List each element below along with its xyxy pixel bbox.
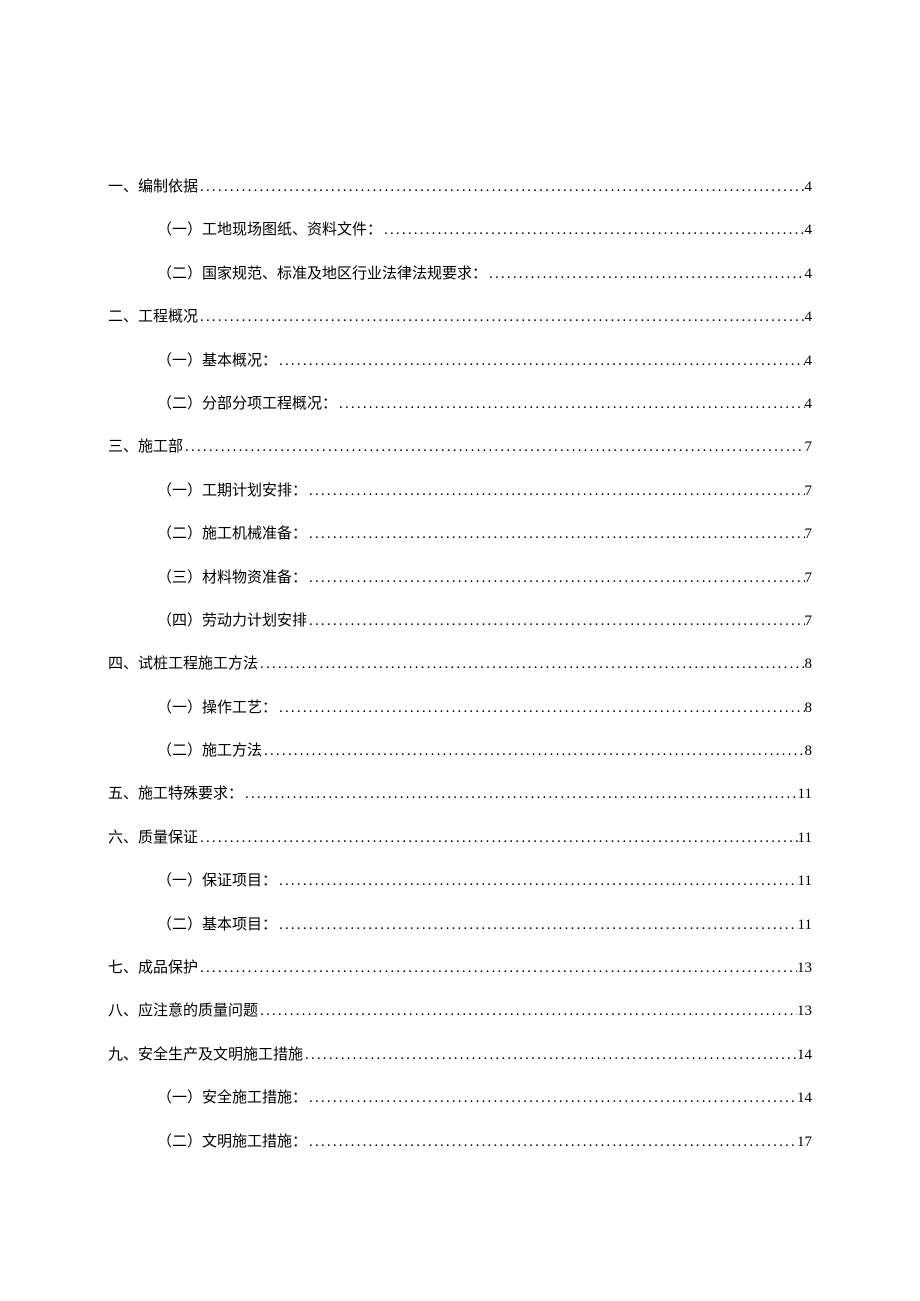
toc-entry: （三）材料物资准备： 7 <box>108 566 812 587</box>
toc-leader <box>243 786 798 803</box>
toc-label: 四、试桩工程施工方法 <box>108 652 258 673</box>
toc-label: 二、工程概况 <box>108 305 198 326</box>
toc-entry: （二）基本项目： 11 <box>108 913 812 934</box>
toc-page: 8 <box>805 743 813 760</box>
toc-leader <box>198 830 798 847</box>
toc-entry: 二、工程概况 4 <box>108 305 812 326</box>
toc-leader <box>262 743 804 760</box>
toc-page: 11 <box>798 873 812 890</box>
toc-leader <box>487 266 804 283</box>
toc-entry: （二）施工机械准备： 7 <box>108 522 812 543</box>
toc-entry: （一）工地现场图纸、资料文件： 4 <box>108 218 812 239</box>
toc-leader <box>307 1134 797 1151</box>
toc-page: 7 <box>805 483 813 500</box>
toc-label: 五、施工特殊要求： <box>108 782 243 803</box>
toc-entry: （一）基本概况： 4 <box>108 349 812 370</box>
toc-page: 13 <box>797 960 812 977</box>
toc-label: （二）施工机械准备： <box>157 522 307 543</box>
toc-page: 4 <box>805 396 813 413</box>
toc-label: （一）安全施工措施： <box>157 1086 307 1107</box>
table-of-contents: 一、编制依据 4 （一）工地现场图纸、资料文件： 4 （二）国家规范、标准及地区… <box>108 175 812 1151</box>
toc-entry: （一）保证项目： 11 <box>108 869 812 890</box>
toc-page: 11 <box>798 830 812 847</box>
toc-leader <box>198 309 804 326</box>
toc-leader <box>307 526 804 543</box>
toc-entry: （一）安全施工措施： 14 <box>108 1086 812 1107</box>
toc-leader <box>303 1047 797 1064</box>
toc-leader <box>277 917 798 934</box>
toc-page: 4 <box>805 353 813 370</box>
toc-page: 13 <box>797 1003 812 1020</box>
toc-leader <box>307 1090 797 1107</box>
toc-label: （二）分部分项工程概况： <box>157 392 337 413</box>
toc-leader <box>277 873 798 890</box>
toc-entry: 四、试桩工程施工方法 8 <box>108 652 812 673</box>
toc-leader <box>307 483 804 500</box>
toc-entry: （二）国家规范、标准及地区行业法律法规要求： 4 <box>108 262 812 283</box>
toc-page: 14 <box>797 1090 812 1107</box>
toc-page: 8 <box>805 700 813 717</box>
toc-leader <box>198 960 797 977</box>
toc-entry: （二）施工方法 8 <box>108 739 812 760</box>
toc-label: 三、施工部 <box>108 435 183 456</box>
toc-entry: （二）文明施工措施： 17 <box>108 1130 812 1151</box>
toc-label: 六、质量保证 <box>108 826 198 847</box>
toc-page: 7 <box>805 526 813 543</box>
toc-label: （一）工期计划安排： <box>157 479 307 500</box>
toc-page: 4 <box>805 222 813 239</box>
toc-leader <box>183 439 804 456</box>
toc-entry: （二）分部分项工程概况： 4 <box>108 392 812 413</box>
toc-entry: （一）操作工艺： 8 <box>108 696 812 717</box>
toc-label: （一）工地现场图纸、资料文件： <box>157 218 382 239</box>
toc-page: 4 <box>805 266 813 283</box>
toc-leader <box>307 613 804 630</box>
toc-leader <box>277 700 804 717</box>
toc-page: 7 <box>805 570 813 587</box>
toc-leader <box>307 570 804 587</box>
toc-leader <box>198 179 804 196</box>
toc-label: （三）材料物资准备： <box>157 566 307 587</box>
toc-page: 14 <box>797 1047 812 1064</box>
toc-entry: 六、质量保证 11 <box>108 826 812 847</box>
toc-entry: 七、成品保护 13 <box>108 956 812 977</box>
toc-entry: 八、应注意的质量问题 13 <box>108 999 812 1020</box>
toc-label: 九、安全生产及文明施工措施 <box>108 1043 303 1064</box>
toc-page: 7 <box>805 439 813 456</box>
toc-entry: （四）劳动力计划安排 7 <box>108 609 812 630</box>
toc-label: （二）施工方法 <box>157 739 262 760</box>
toc-leader <box>258 1003 797 1020</box>
toc-label: （二）国家规范、标准及地区行业法律法规要求： <box>157 262 487 283</box>
toc-leader <box>337 396 804 413</box>
toc-label: （一）保证项目： <box>157 869 277 890</box>
toc-leader <box>277 353 804 370</box>
toc-page: 4 <box>805 309 813 326</box>
toc-entry: 五、施工特殊要求： 11 <box>108 782 812 803</box>
toc-leader <box>382 222 804 239</box>
toc-label: 一、编制依据 <box>108 175 198 196</box>
toc-entry: 一、编制依据 4 <box>108 175 812 196</box>
toc-page: 8 <box>805 656 813 673</box>
toc-label: （四）劳动力计划安排 <box>157 609 307 630</box>
toc-label: 七、成品保护 <box>108 956 198 977</box>
toc-leader <box>258 656 804 673</box>
toc-page: 11 <box>798 786 812 803</box>
toc-entry: （一）工期计划安排： 7 <box>108 479 812 500</box>
toc-label: 八、应注意的质量问题 <box>108 999 258 1020</box>
toc-entry: 九、安全生产及文明施工措施 14 <box>108 1043 812 1064</box>
toc-page: 17 <box>797 1134 812 1151</box>
toc-page: 4 <box>805 179 813 196</box>
toc-page: 7 <box>805 613 813 630</box>
toc-label: （二）文明施工措施： <box>157 1130 307 1151</box>
toc-label: （二）基本项目： <box>157 913 277 934</box>
toc-entry: 三、施工部 7 <box>108 435 812 456</box>
toc-page: 11 <box>798 917 812 934</box>
toc-label: （一）操作工艺： <box>157 696 277 717</box>
toc-label: （一）基本概况： <box>157 349 277 370</box>
